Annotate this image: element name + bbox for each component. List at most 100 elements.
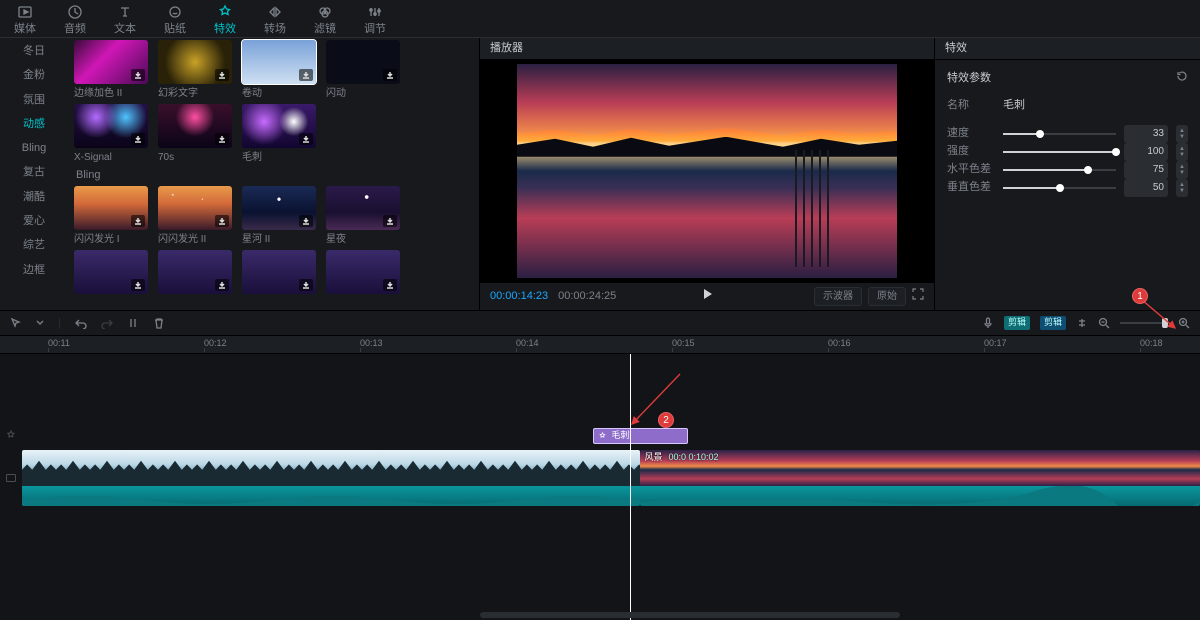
split-button[interactable] (127, 317, 139, 329)
play-button[interactable] (700, 287, 714, 305)
fx-thumb[interactable] (158, 186, 232, 230)
download-icon[interactable] (215, 215, 229, 227)
video-clip-a[interactable] (22, 450, 640, 506)
ribbon-tab-audio[interactable]: 音频 (60, 4, 90, 36)
fx-item[interactable] (158, 250, 232, 297)
fx-item[interactable] (74, 250, 148, 297)
param-value[interactable]: 75 (1124, 161, 1168, 179)
fx-thumb[interactable] (242, 186, 316, 230)
fx-cat[interactable]: 综艺 (23, 238, 45, 252)
fx-thumb[interactable] (158, 104, 232, 148)
mode-chip[interactable]: 剪辑 (1040, 316, 1066, 330)
fx-item[interactable]: 边缘加色 II (74, 40, 148, 100)
fx-cat[interactable]: 动感 (23, 117, 45, 131)
video-clip-b[interactable]: 风景 00:0 0:10:02 (640, 450, 1200, 506)
redo-button[interactable] (101, 317, 113, 329)
download-icon[interactable] (299, 215, 313, 227)
fx-thumb[interactable] (74, 104, 148, 148)
fx-cat[interactable]: 氛围 (23, 93, 45, 107)
download-icon[interactable] (299, 133, 313, 145)
fx-thumb[interactable] (158, 40, 232, 84)
download-icon[interactable] (383, 279, 397, 291)
fx-clip[interactable]: 毛刺 (593, 428, 687, 444)
param-slider[interactable] (1003, 127, 1116, 141)
align-icon[interactable] (1076, 317, 1088, 329)
fx-item[interactable]: 70s (158, 104, 232, 164)
fx-item[interactable]: 星河 II (242, 186, 316, 246)
undo-button[interactable] (75, 317, 87, 329)
param-slider[interactable] (1003, 163, 1116, 177)
zoom-out-icon[interactable] (1098, 317, 1110, 329)
download-icon[interactable] (131, 215, 145, 227)
delete-button[interactable] (153, 317, 165, 329)
param-slider[interactable] (1003, 181, 1116, 195)
download-icon[interactable] (299, 69, 313, 81)
zoom-in-icon[interactable] (1178, 317, 1190, 329)
fx-thumb[interactable] (74, 40, 148, 84)
reset-icon[interactable] (1176, 70, 1188, 86)
mode-chip[interactable]: 剪辑 (1004, 316, 1030, 330)
fx-thumb[interactable] (326, 250, 400, 294)
fullscreen-icon[interactable] (912, 288, 924, 304)
download-icon[interactable] (131, 133, 145, 145)
param-spinner[interactable]: ▲▼ (1176, 125, 1188, 143)
fx-cat[interactable]: 冬日 (23, 44, 45, 58)
fx-cat[interactable]: 潮酷 (23, 190, 45, 204)
timeline-ruler[interactable]: 00:1100:1200:1300:1400:1500:1600:1700:18 (0, 336, 1200, 354)
fx-cat[interactable]: 复古 (23, 165, 45, 179)
fx-cat[interactable]: 爱心 (23, 214, 45, 228)
fx-item[interactable]: 闪闪发光 I (74, 186, 148, 246)
zoom-slider[interactable] (1120, 318, 1168, 328)
ribbon-tab-media[interactable]: 媒体 (10, 4, 40, 36)
ribbon-tab-filter[interactable]: 滤镜 (310, 4, 340, 36)
fx-item[interactable] (326, 250, 400, 297)
param-value[interactable]: 50 (1124, 179, 1168, 197)
fx-item[interactable]: X-Signal (74, 104, 148, 164)
download-icon[interactable] (131, 69, 145, 81)
scope-button[interactable]: 示波器 (814, 287, 862, 306)
video-track[interactable]: 风景 00:0 0:10:02 (22, 450, 1200, 506)
ribbon-tab-adjust[interactable]: 调节 (360, 4, 390, 36)
fx-cat[interactable]: 边框 (23, 263, 45, 277)
pointer-tool[interactable] (10, 317, 22, 329)
fx-item[interactable]: 闪闪发光 II (158, 186, 232, 246)
fx-item[interactable]: 星夜 (326, 186, 400, 246)
download-icon[interactable] (299, 279, 313, 291)
player-viewport[interactable] (480, 60, 934, 282)
param-spinner[interactable]: ▲▼ (1176, 161, 1188, 179)
fx-thumb[interactable] (158, 250, 232, 294)
fx-item[interactable]: 幻彩文字 (158, 40, 232, 100)
ribbon-tab-text[interactable]: 文本 (110, 4, 140, 36)
download-icon[interactable] (131, 279, 145, 291)
chevron-down-icon[interactable] (36, 319, 44, 327)
fx-thumb[interactable] (74, 250, 148, 294)
param-spinner[interactable]: ▲▼ (1176, 179, 1188, 197)
timeline[interactable]: 毛刺 风景 00:0 0:10:02 (0, 354, 1200, 620)
timeline-scrollbar[interactable] (480, 612, 900, 618)
param-spinner[interactable]: ▲▼ (1176, 143, 1188, 161)
ribbon-tab-fx[interactable]: 特效 (210, 4, 240, 36)
fx-thumb[interactable] (326, 186, 400, 230)
fx-thumb[interactable] (242, 250, 316, 294)
original-button[interactable]: 原始 (868, 287, 906, 306)
ribbon-tab-sticker[interactable]: 贴纸 (160, 4, 190, 36)
ribbon-tab-trans[interactable]: 转场 (260, 4, 290, 36)
fx-thumb[interactable] (74, 186, 148, 230)
param-slider[interactable] (1003, 145, 1116, 159)
fx-cat[interactable]: Bling (22, 141, 46, 155)
fx-thumb[interactable] (326, 40, 400, 84)
fx-item[interactable]: 闪动 (326, 40, 400, 100)
download-icon[interactable] (383, 69, 397, 81)
fx-thumb[interactable] (242, 40, 316, 84)
playhead[interactable] (630, 354, 631, 620)
fx-cat[interactable]: 金粉 (23, 68, 45, 82)
download-icon[interactable] (215, 133, 229, 145)
fx-item[interactable]: 卷动 (242, 40, 316, 100)
fx-thumb[interactable] (242, 104, 316, 148)
fx-item[interactable] (242, 250, 316, 297)
download-icon[interactable] (383, 215, 397, 227)
fx-track[interactable]: 毛刺 (22, 426, 1200, 446)
download-icon[interactable] (215, 69, 229, 81)
fx-item[interactable]: 毛刺 (242, 104, 316, 164)
param-value[interactable]: 100 (1124, 143, 1168, 161)
